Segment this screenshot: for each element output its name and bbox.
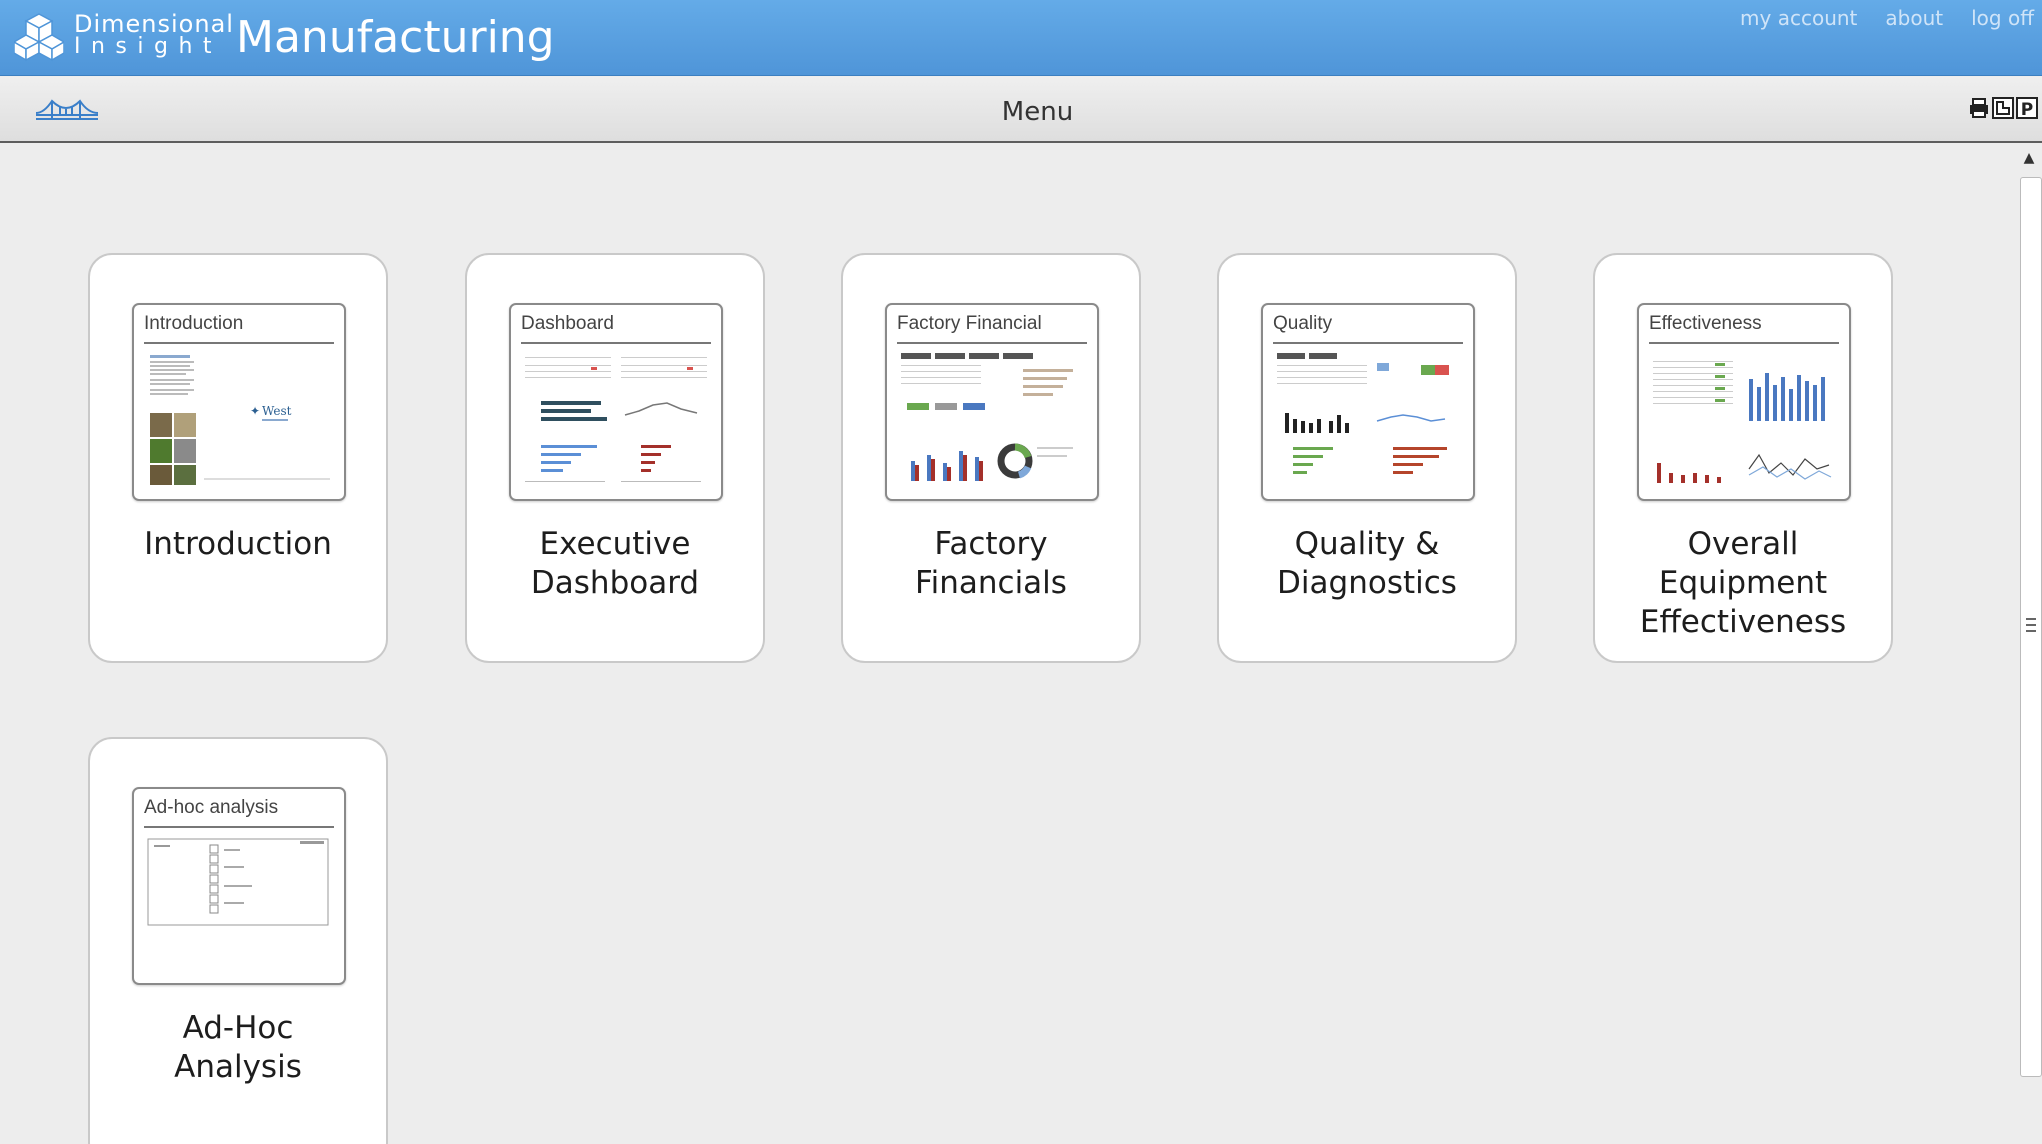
quality-preview-image: [1277, 353, 1449, 474]
tile-label: Executive Dashboard: [530, 526, 700, 601]
tile-ad-hoc-analysis[interactable]: Ad-hoc analysis Ad-Hoc Analysis: [88, 737, 388, 1144]
thumbnail-title: Dashboard: [521, 313, 614, 334]
account-links: my account about log off: [1740, 6, 2034, 30]
thumbnail-divider: [897, 342, 1087, 344]
scroll-up-arrow-icon[interactable]: ▲: [2016, 145, 2042, 171]
thumbnail-title: Factory Financial: [897, 313, 1042, 334]
svg-text:✦: ✦: [250, 404, 260, 418]
tile-label: Quality & Diagnostics: [1277, 526, 1457, 601]
dimensional-insight-logo-icon: [14, 13, 64, 62]
thumbnail-divider: [144, 342, 334, 344]
tile-thumbnail: Factory Financial: [885, 303, 1099, 501]
tile-thumbnail: Introduction ✦ West: [132, 303, 346, 501]
thumbnail-divider: [521, 342, 711, 344]
thumbnail-divider: [144, 826, 334, 828]
about-link[interactable]: about: [1885, 6, 1943, 30]
scrollbar-grip-icon: [2026, 618, 2036, 632]
dashboard-preview-image: [525, 357, 707, 482]
tile-label: Factory Financials: [915, 526, 1067, 601]
tile-thumbnail: Dashboard: [509, 303, 723, 501]
thumbnail-title: Ad-hoc analysis: [144, 797, 279, 818]
page-title: Menu: [1001, 97, 1074, 127]
print-icon[interactable]: [1968, 96, 1990, 120]
tile-label: Overall Equipment Effectiveness: [1639, 526, 1847, 640]
tile-executive-dashboard[interactable]: Dashboard Executive Dashboard: [465, 253, 765, 663]
log-off-link[interactable]: log off: [1971, 6, 2034, 30]
vertical-scrollbar[interactable]: ▲: [2016, 145, 2042, 1144]
tile-label: Introduction: [144, 526, 332, 562]
scrollbar-thumb[interactable]: [2020, 177, 2042, 1077]
introduction-preview-image: ✦ West: [150, 355, 330, 485]
tile-thumbnail: Quality: [1261, 303, 1475, 501]
tile-thumbnail: Ad-hoc analysis: [132, 787, 346, 985]
ad-hoc-preview-image: [147, 838, 329, 926]
financial-preview-image: [901, 353, 1073, 481]
thumbnail-title: Introduction: [144, 313, 244, 334]
my-account-link[interactable]: my account: [1740, 6, 1857, 30]
svg-text:P: P: [2021, 100, 2033, 120]
brand-subname: Insight: [74, 34, 223, 59]
effectiveness-preview-image: [1653, 361, 1832, 483]
pdf-icon[interactable]: P: [2016, 96, 2038, 120]
thumbnail-divider: [1649, 342, 1839, 344]
tile-thumbnail: Effectiveness: [1637, 303, 1851, 501]
tile-overall-equipment-effectiveness[interactable]: Effectiveness Overall Equipment Effectiv…: [1593, 253, 1893, 663]
tile-label: Ad-Hoc Analysis: [174, 1010, 302, 1085]
app-header: Dimensional Insight Manufacturing my acc…: [0, 0, 2042, 76]
thumbnail-divider: [1273, 342, 1463, 344]
toolbar-tools: P: [1968, 96, 2038, 120]
tile-factory-financials[interactable]: Factory Financial Factory Financials: [841, 253, 1141, 663]
thumbnail-title: Quality: [1273, 313, 1333, 334]
thumbnail-title: Effectiveness: [1649, 313, 1762, 334]
menu-toolbar: Menu P: [0, 77, 2042, 143]
tile-quality-diagnostics[interactable]: Quality Quality & Diagnostics: [1217, 253, 1517, 663]
svg-text:West: West: [262, 404, 292, 418]
app-title: Manufacturing: [236, 12, 555, 63]
tile-introduction[interactable]: Introduction ✦ West Introduction: [88, 253, 388, 663]
bookmark-icon[interactable]: [1992, 96, 2014, 120]
